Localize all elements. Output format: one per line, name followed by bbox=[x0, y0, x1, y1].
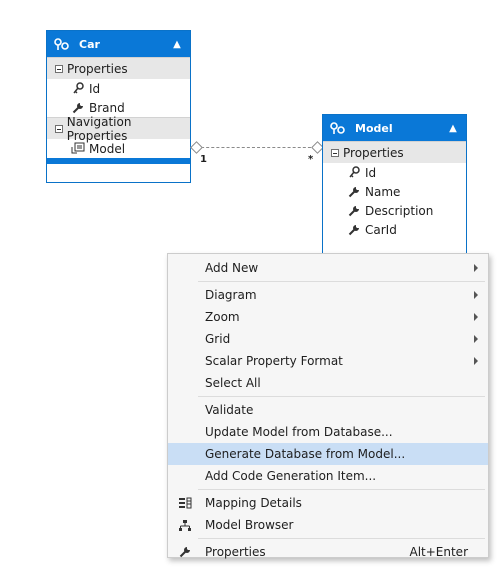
menu-item-diagram[interactable]: Diagram bbox=[168, 284, 488, 306]
property-name: Id bbox=[89, 81, 101, 96]
context-menu: Add New Diagram Zoom Grid Scalar Propert… bbox=[167, 253, 489, 559]
menu-item-label: Properties bbox=[205, 545, 266, 559]
property-name: Brand bbox=[89, 100, 125, 115]
association-end-diamond[interactable] bbox=[190, 141, 203, 154]
wrench-icon bbox=[177, 545, 193, 559]
chevron-up-icon[interactable]: ▲ bbox=[170, 39, 184, 50]
menu-item-label: Add New bbox=[205, 261, 259, 275]
menu-item-scalar-property-format[interactable]: Scalar Property Format bbox=[168, 350, 488, 372]
model-browser-icon bbox=[177, 518, 193, 532]
menu-item-label: Mapping Details bbox=[205, 496, 302, 510]
menu-item-label: Select All bbox=[205, 376, 261, 390]
collapse-minus-icon[interactable] bbox=[331, 148, 339, 157]
model-entity-title: Model bbox=[355, 121, 393, 135]
property-name: CarId bbox=[365, 222, 397, 237]
menu-item-label: Zoom bbox=[205, 310, 240, 324]
right-multiplicity: * bbox=[308, 154, 314, 165]
mapping-details-icon bbox=[177, 496, 193, 510]
car-entity-title: Car bbox=[79, 37, 100, 51]
model-property-name[interactable]: Name bbox=[323, 182, 466, 201]
entity-icon bbox=[330, 122, 345, 134]
navigation-property-icon bbox=[71, 142, 85, 156]
car-properties-label: Properties bbox=[67, 61, 128, 76]
menu-item-validate[interactable]: Validate bbox=[168, 399, 488, 421]
car-property-id[interactable]: Id bbox=[47, 79, 190, 98]
model-property-carid[interactable]: CarId bbox=[323, 220, 466, 239]
model-property-id[interactable]: Id bbox=[323, 163, 466, 182]
entity-icon bbox=[54, 38, 69, 50]
menu-item-label: Validate bbox=[205, 403, 254, 417]
menu-item-mapping-details[interactable]: Mapping Details bbox=[168, 492, 488, 514]
menu-item-label: Generate Database from Model... bbox=[205, 447, 406, 461]
menu-item-update-model[interactable]: Update Model from Database... bbox=[168, 421, 488, 443]
menu-item-label: Diagram bbox=[205, 288, 257, 302]
menu-item-grid[interactable]: Grid bbox=[168, 328, 488, 350]
submenu-arrow-icon bbox=[474, 291, 478, 299]
menu-item-label: Update Model from Database... bbox=[205, 425, 393, 439]
property-name: Id bbox=[365, 165, 377, 180]
car-entity[interactable]: Car ▲ Properties Id Brand Navigation Pro… bbox=[46, 30, 191, 183]
submenu-arrow-icon bbox=[474, 313, 478, 321]
car-properties-section[interactable]: Properties bbox=[47, 57, 190, 79]
car-entity-footer bbox=[47, 158, 190, 164]
menu-item-shortcut: Alt+Enter bbox=[409, 545, 468, 559]
property-name: Model bbox=[89, 141, 126, 156]
menu-item-label: Scalar Property Format bbox=[205, 354, 343, 368]
model-property-description[interactable]: Description bbox=[323, 201, 466, 220]
submenu-arrow-icon bbox=[474, 264, 478, 272]
key-icon bbox=[71, 82, 85, 96]
menu-item-label: Add Code Generation Item... bbox=[205, 469, 377, 483]
menu-item-zoom[interactable]: Zoom bbox=[168, 306, 488, 328]
menu-separator bbox=[198, 489, 485, 490]
collapse-minus-icon[interactable] bbox=[55, 124, 63, 133]
car-entity-header[interactable]: Car ▲ bbox=[47, 31, 190, 57]
submenu-arrow-icon bbox=[474, 357, 478, 365]
property-name: Description bbox=[365, 203, 434, 218]
model-entity[interactable]: Model ▲ Properties Id Name Description C… bbox=[322, 114, 467, 254]
wrench-icon bbox=[347, 223, 361, 237]
menu-item-select-all[interactable]: Select All bbox=[168, 372, 488, 394]
model-entity-header[interactable]: Model ▲ bbox=[323, 115, 466, 141]
menu-separator bbox=[198, 538, 485, 539]
menu-item-label: Model Browser bbox=[205, 518, 294, 532]
menu-item-model-browser[interactable]: Model Browser bbox=[168, 514, 488, 536]
menu-item-add-new[interactable]: Add New bbox=[168, 257, 488, 279]
wrench-icon bbox=[71, 101, 85, 115]
key-icon bbox=[347, 166, 361, 180]
left-multiplicity: 1 bbox=[200, 154, 207, 165]
model-properties-section[interactable]: Properties bbox=[323, 141, 466, 163]
wrench-icon bbox=[347, 204, 361, 218]
property-name: Name bbox=[365, 184, 401, 199]
association-line[interactable] bbox=[196, 147, 316, 148]
chevron-up-icon[interactable]: ▲ bbox=[446, 123, 460, 134]
menu-item-add-code-generation[interactable]: Add Code Generation Item... bbox=[168, 465, 488, 487]
menu-item-properties[interactable]: Properties Alt+Enter bbox=[168, 541, 488, 563]
model-properties-label: Properties bbox=[343, 145, 404, 160]
menu-item-label: Grid bbox=[205, 332, 231, 346]
menu-item-generate-database[interactable]: Generate Database from Model... bbox=[168, 443, 488, 465]
menu-separator bbox=[198, 281, 485, 282]
car-navigation-section[interactable]: Navigation Properties bbox=[47, 115, 190, 143]
wrench-icon bbox=[347, 185, 361, 199]
collapse-minus-icon[interactable] bbox=[55, 64, 63, 73]
menu-separator bbox=[198, 396, 485, 397]
car-navigation-label: Navigation Properties bbox=[66, 114, 132, 143]
submenu-arrow-icon bbox=[474, 335, 478, 343]
